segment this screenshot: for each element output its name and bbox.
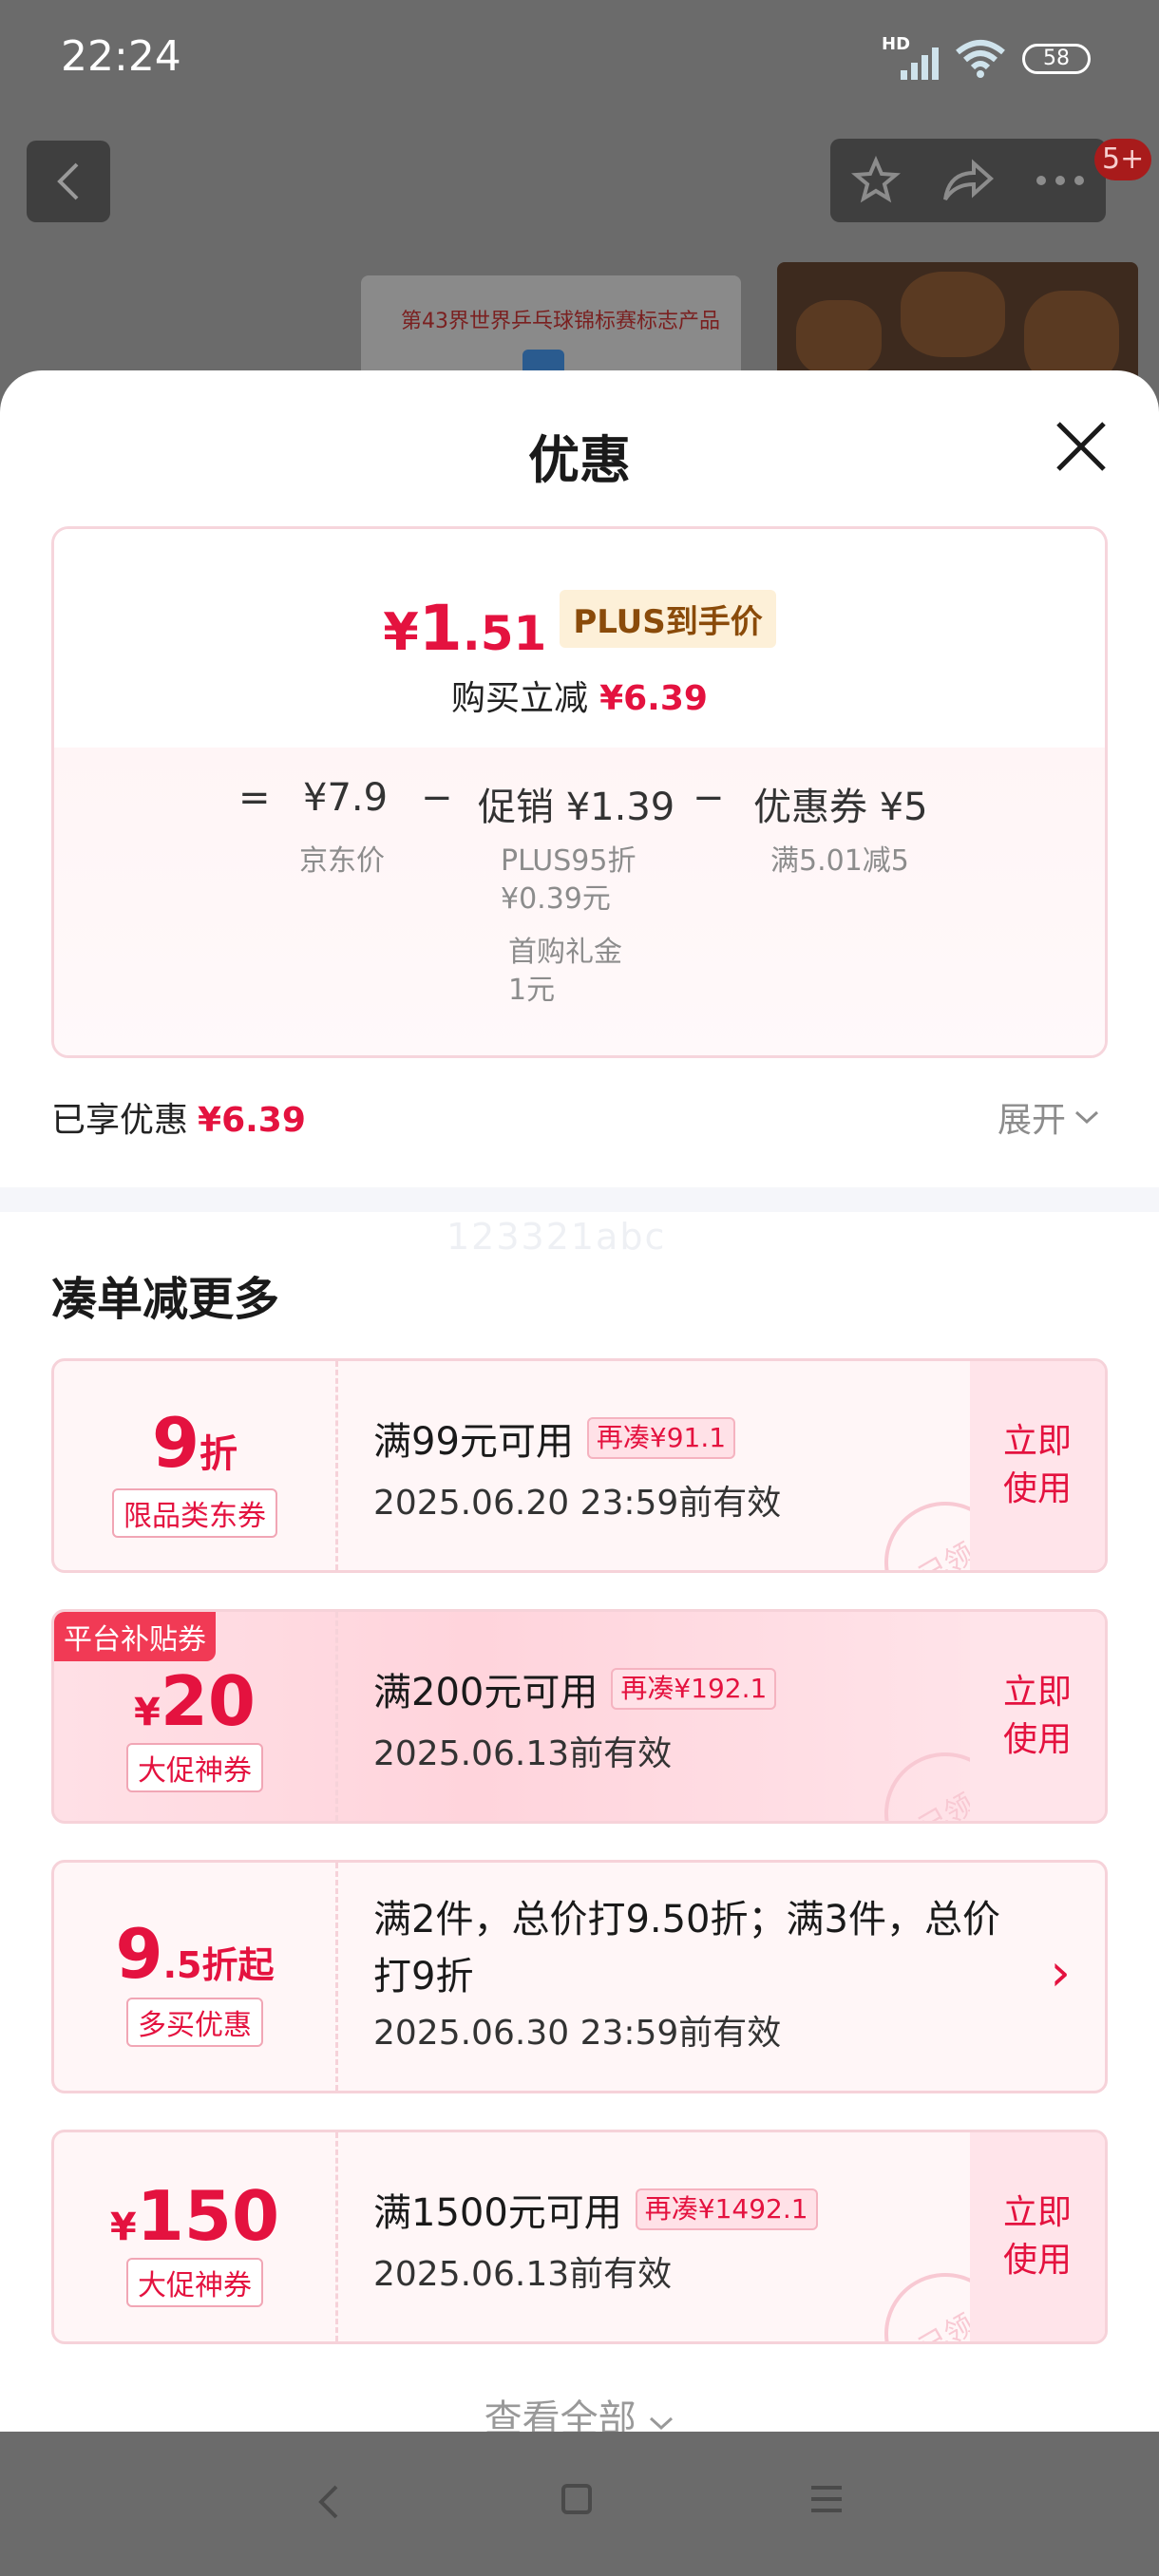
enjoyed-discount: 已享优惠 ¥6.39 [51, 1101, 306, 1140]
coupon-card[interactable]: 9折 限品类东券 满99元可用 再凑¥91.1 2025.06.20 23:59前… [51, 1358, 1108, 1573]
coupon-extra: 再凑¥192.1 [611, 1668, 777, 1710]
coupon-type: 大促神券 [126, 2258, 263, 2307]
nav-back-icon[interactable] [317, 2483, 340, 2521]
chevron-down-icon [1075, 1110, 1099, 1125]
jd-price-label: 京东价 [299, 844, 385, 878]
coupon-type: 多买优惠 [126, 1998, 263, 2047]
use-now-button[interactable]: 立即 使用 [970, 2132, 1105, 2341]
use-now-button[interactable]: 立即 使用 [970, 1361, 1105, 1570]
price-summary-card: ¥1.51 PLUS到手价 购买立减 ¥6.39 = ¥7.9 − 促销 ¥1.3… [51, 526, 1108, 1058]
coupon-value: ¥20 大促神券 [54, 1612, 335, 1821]
reduce-line: 购买立减 ¥6.39 [451, 679, 708, 718]
sheet-title: 优惠 [528, 430, 631, 490]
coupon-condition: 满1500元可用 [373, 2191, 622, 2235]
section-divider [0, 1187, 1159, 1212]
battery-icon: 58 [1022, 44, 1091, 74]
section-title: 凑单减更多 [51, 1273, 280, 1326]
wifi-icon [956, 40, 1005, 78]
product-banner-text: 第43界世界乒乓球锦标赛标志产品 [401, 310, 720, 333]
expand-button[interactable]: 展开 [998, 1092, 1100, 1142]
jd-price: ¥7.9 [303, 776, 389, 820]
coupon-value: 9.5折起 多买优惠 [54, 1863, 335, 2091]
star-icon[interactable] [850, 156, 901, 205]
status-icons: HD 58 [882, 34, 1091, 80]
share-icon[interactable] [941, 158, 995, 203]
use-now-button[interactable]: 立即 使用 [970, 1612, 1105, 1821]
status-bar: 22:24 HD 58 [0, 0, 1159, 123]
coupon-condition: 满2件，总价打9.50折；满3件，总价打9折 [373, 1898, 1000, 1998]
promo-detail: PLUS95折 [501, 844, 636, 878]
promo-amount: 促销 ¥1.39 [478, 786, 675, 829]
final-price: ¥1.51 [383, 592, 547, 665]
coupon-value: ¥150 大促神券 [54, 2132, 335, 2341]
notification-badge: 5+ [1094, 139, 1152, 180]
promo-detail: 首购礼金 [508, 936, 622, 969]
coupon-card[interactable]: ¥150 大促神券 满1500元可用 再凑¥1492.1 2025.06.13前有… [51, 2130, 1108, 2344]
plus-price-tag: PLUS到手价 [560, 590, 776, 648]
watermark: 123321abc [446, 1216, 667, 1258]
price-breakdown: = ¥7.9 − 促销 ¥1.39 − 优惠券 ¥5 京东价 PLUS95折 ¥… [54, 748, 1105, 1055]
system-nav-bar [0, 2432, 1159, 2576]
nav-menu-icon[interactable] [809, 2483, 844, 2515]
coupon-type: 限品类东券 [112, 1488, 277, 1538]
top-action-group [830, 139, 1106, 222]
discount-sheet: 优惠 ¥1.51 PLUS到手价 购买立减 ¥6.39 = ¥7.9 − 促销 ¥… [0, 370, 1159, 2432]
coupon-value: 9折 限品类东券 [54, 1361, 335, 1570]
promo-detail: 1元 [508, 974, 556, 1007]
coupon-extra: 再凑¥91.1 [586, 1417, 736, 1459]
signal-icon: HD [882, 34, 939, 80]
multi-buy-offer[interactable]: 9.5折起 多买优惠 满2件，总价打9.50折；满3件，总价打9折 2025.0… [51, 1860, 1108, 2093]
coupon-condition: 满99元可用 [373, 1420, 574, 1464]
coupon-extra: 再凑¥1492.1 [635, 2188, 818, 2230]
coupon-type: 大促神券 [126, 1743, 263, 1792]
equals-sign: = [238, 776, 271, 820]
promo-detail: ¥0.39元 [501, 882, 611, 916]
chevron-right-icon[interactable]: › [1050, 1942, 1071, 2002]
chevron-down-icon [650, 2416, 674, 2431]
coupon-condition: 满200元可用 [373, 1671, 598, 1714]
nav-home-icon[interactable] [560, 2483, 593, 2515]
chevron-left-icon [57, 162, 79, 200]
back-button[interactable] [27, 141, 110, 222]
minus-sign: − [693, 776, 725, 820]
close-icon[interactable] [1053, 418, 1110, 475]
coupon-date: 2025.06.13前有效 [373, 2255, 673, 2294]
more-icon[interactable] [1036, 175, 1085, 186]
coupon-detail: 满5.01减5 [770, 844, 909, 878]
coupon-amount: 优惠券 ¥5 [753, 786, 928, 829]
status-time: 22:24 [61, 32, 181, 81]
view-all-button[interactable]: 查看全部 [0, 2388, 1159, 2432]
coupon-date: 2025.06.13前有效 [373, 1734, 673, 1773]
coupon-card[interactable]: 平台补贴券 ¥20 大促神券 满200元可用 再凑¥192.1 2025.06.1… [51, 1609, 1108, 1824]
coupon-date: 2025.06.20 23:59前有效 [373, 1484, 782, 1523]
coupon-date: 2025.06.30 23:59前有效 [373, 2014, 782, 2053]
minus-sign: − [421, 776, 453, 820]
